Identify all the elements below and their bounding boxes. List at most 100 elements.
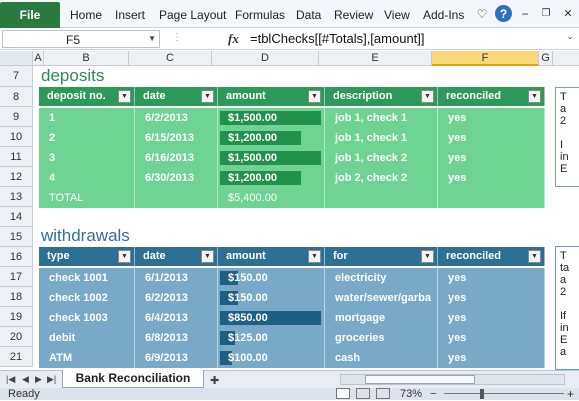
help-icon[interactable]: ? xyxy=(495,5,512,22)
withdrawals-cell[interactable]: mortgage xyxy=(325,308,438,328)
zoom-out-icon[interactable]: − xyxy=(430,388,436,400)
deposits-cell[interactable]: 6/15/2013 xyxy=(135,128,218,148)
filter-dropdown-icon[interactable]: ▼ xyxy=(118,250,131,263)
name-box[interactable]: F5 ▼ xyxy=(2,30,160,48)
withdrawals-header-2[interactable]: amount ▼ xyxy=(218,247,325,266)
withdrawals-cell[interactable]: check 1001 xyxy=(39,268,135,288)
withdrawals-cell[interactable]: yes xyxy=(438,328,545,348)
withdrawals-cell[interactable]: debit xyxy=(39,328,135,348)
filter-dropdown-icon[interactable]: ▼ xyxy=(528,90,541,103)
expand-formula-icon[interactable]: ⌄ xyxy=(563,31,577,45)
filter-dropdown-icon[interactable]: ▼ xyxy=(421,250,434,263)
file-tab[interactable]: File xyxy=(0,2,60,28)
withdrawals-cell[interactable]: check 1002 xyxy=(39,288,135,308)
deposits-cell[interactable]: job 1, check 1 xyxy=(325,108,438,128)
withdrawals-cell[interactable]: $125.00 xyxy=(218,328,325,348)
withdrawals-cell[interactable]: 6/1/2013 xyxy=(135,268,218,288)
deposits-cell[interactable]: 2 xyxy=(39,128,135,148)
deposits-cell[interactable]: job 1, check 2 xyxy=(325,148,438,168)
filter-dropdown-icon[interactable]: ▼ xyxy=(201,250,214,263)
withdrawals-cell[interactable]: yes xyxy=(438,268,545,288)
row-header-8[interactable]: 8 xyxy=(0,87,33,107)
deposits-cell[interactable]: 4 xyxy=(39,168,135,188)
column-header-e[interactable]: E xyxy=(319,51,432,66)
withdrawals-cell[interactable]: yes xyxy=(438,308,545,328)
chevron-down-icon[interactable]: ▼ xyxy=(148,34,156,43)
deposits-cell[interactable]: 3 xyxy=(39,148,135,168)
deposits-cell[interactable]: 6/2/2013 xyxy=(135,108,218,128)
column-header-c[interactable]: C xyxy=(129,51,212,66)
page-break-view-icon[interactable] xyxy=(376,388,390,399)
scrollbar-thumb[interactable] xyxy=(365,375,475,384)
filter-dropdown-icon[interactable]: ▼ xyxy=(308,90,321,103)
withdrawals-cell[interactable]: $100.00 xyxy=(218,348,325,368)
deposits-cell[interactable]: job 1, check 1 xyxy=(325,128,438,148)
close-window-icon[interactable]: ✕ xyxy=(562,5,574,22)
row-header-7[interactable]: 7 xyxy=(0,66,33,87)
filter-dropdown-icon[interactable]: ▼ xyxy=(308,250,321,263)
prev-sheet-icon[interactable]: ◀ xyxy=(22,374,29,385)
row-header-14[interactable]: 14 xyxy=(0,207,33,227)
row-header-13[interactable]: 13 xyxy=(0,187,33,207)
row-header-18[interactable]: 18 xyxy=(0,287,33,307)
row-header-12[interactable]: 12 xyxy=(0,167,33,187)
heart-icon[interactable]: ♡ xyxy=(475,5,489,22)
withdrawals-cell[interactable]: $150.00 xyxy=(218,288,325,308)
row-header-20[interactable]: 20 xyxy=(0,327,33,347)
withdrawals-header-0[interactable]: type ▼ xyxy=(39,247,135,266)
restore-window-icon[interactable]: ❐ xyxy=(540,5,552,22)
fx-icon[interactable]: fx xyxy=(228,31,239,47)
deposits-cell[interactable]: yes xyxy=(438,168,545,188)
last-sheet-icon[interactable]: ▶| xyxy=(47,374,56,385)
column-header-g[interactable]: G xyxy=(539,51,553,66)
deposits-header-3[interactable]: description ▼ xyxy=(325,87,438,106)
deposits-total-label[interactable]: TOTAL xyxy=(39,188,135,208)
deposits-cell[interactable]: yes xyxy=(438,108,545,128)
deposits-header-2[interactable]: amount ▼ xyxy=(218,87,325,106)
deposits-header-4[interactable]: reconciled ▼ xyxy=(438,87,545,106)
withdrawals-cell[interactable]: $850.00 xyxy=(218,308,325,328)
deposits-cell[interactable]: $1,200.00 xyxy=(218,128,325,148)
column-header-a[interactable]: A xyxy=(33,51,44,66)
withdrawals-cell[interactable]: yes xyxy=(438,348,545,368)
tab-insert[interactable]: Insert xyxy=(115,8,145,22)
withdrawals-cell[interactable]: 6/2/2013 xyxy=(135,288,218,308)
worksheet-grid[interactable]: deposits deposit no. ▼ date ▼ amount ▼ descrip… xyxy=(33,66,579,370)
deposits-cell[interactable]: job 2, check 2 xyxy=(325,168,438,188)
deposits-header-0[interactable]: deposit no. ▼ xyxy=(39,87,135,106)
withdrawals-cell[interactable]: check 1003 xyxy=(39,308,135,328)
filter-dropdown-icon[interactable]: ▼ xyxy=(528,250,541,263)
zoom-level[interactable]: 73% xyxy=(400,388,422,400)
sheet-tab-bank-reconciliation[interactable]: Bank Reconciliation xyxy=(62,370,204,388)
filter-dropdown-icon[interactable]: ▼ xyxy=(421,90,434,103)
deposits-cell[interactable]: 1 xyxy=(39,108,135,128)
select-all-corner[interactable] xyxy=(0,51,33,66)
withdrawals-cell[interactable]: water/sewer/garba xyxy=(325,288,438,308)
row-header-10[interactable]: 10 xyxy=(0,127,33,147)
filter-dropdown-icon[interactable]: ▼ xyxy=(118,90,131,103)
first-sheet-icon[interactable]: |◀ xyxy=(6,374,15,385)
zoom-slider-thumb[interactable] xyxy=(480,389,484,399)
insert-sheet-icon[interactable]: ✚ xyxy=(210,374,219,387)
row-header-15[interactable]: 15 xyxy=(0,227,33,247)
deposits-cell[interactable]: 6/30/2013 xyxy=(135,168,218,188)
row-header-19[interactable]: 19 xyxy=(0,307,33,327)
deposits-header-1[interactable]: date ▼ xyxy=(135,87,218,106)
page-layout-view-icon[interactable] xyxy=(356,388,370,399)
tab-add-ins[interactable]: Add-Ins xyxy=(423,8,464,22)
deposits-cell[interactable]: $1,200.00 xyxy=(218,168,325,188)
deposits-cell[interactable]: 6/16/2013 xyxy=(135,148,218,168)
column-header-d[interactable]: D xyxy=(212,51,319,66)
deposits-cell[interactable]: yes xyxy=(438,148,545,168)
zoom-in-icon[interactable]: + xyxy=(567,387,574,401)
withdrawals-header-4[interactable]: reconciled ▼ xyxy=(438,247,545,266)
withdrawals-cell[interactable]: yes xyxy=(438,288,545,308)
withdrawals-cell[interactable]: 6/9/2013 xyxy=(135,348,218,368)
withdrawals-header-1[interactable]: date ▼ xyxy=(135,247,218,266)
row-header-21[interactable]: 21 xyxy=(0,347,33,367)
withdrawals-cell[interactable]: electricity xyxy=(325,268,438,288)
horizontal-scrollbar[interactable] xyxy=(340,374,565,385)
tab-review[interactable]: Review xyxy=(334,8,373,22)
row-header-11[interactable]: 11 xyxy=(0,147,33,167)
withdrawals-cell[interactable]: groceries xyxy=(325,328,438,348)
